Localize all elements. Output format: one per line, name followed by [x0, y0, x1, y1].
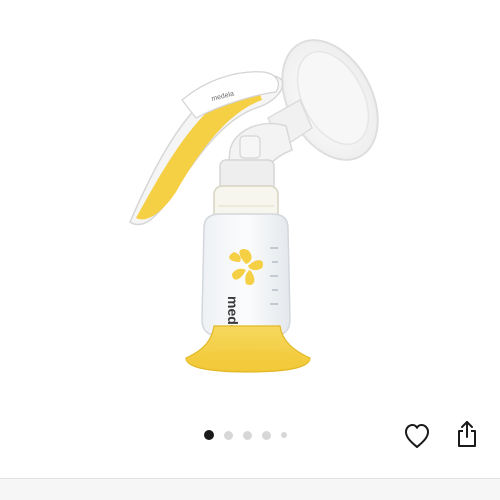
bottom-section [0, 479, 500, 500]
carousel-dot-4[interactable] [262, 430, 271, 440]
product-image-gallery[interactable]: medela medela [0, 0, 500, 410]
carousel-dot-1[interactable] [204, 430, 214, 440]
carousel-dot-2[interactable] [224, 430, 233, 440]
bottle: medela [201, 185, 291, 344]
heart-outline-icon [405, 424, 429, 448]
share-button[interactable] [449, 416, 485, 452]
carousel-dot-3[interactable] [243, 430, 252, 440]
carousel-pagination[interactable] [204, 428, 287, 442]
bottle-base [185, 325, 311, 373]
carousel-dot-5[interactable] [281, 432, 287, 438]
pump-connector [219, 122, 293, 195]
share-icon [458, 421, 476, 447]
favorite-button[interactable] [399, 418, 435, 454]
product-image: medela medela [129, 39, 379, 373]
